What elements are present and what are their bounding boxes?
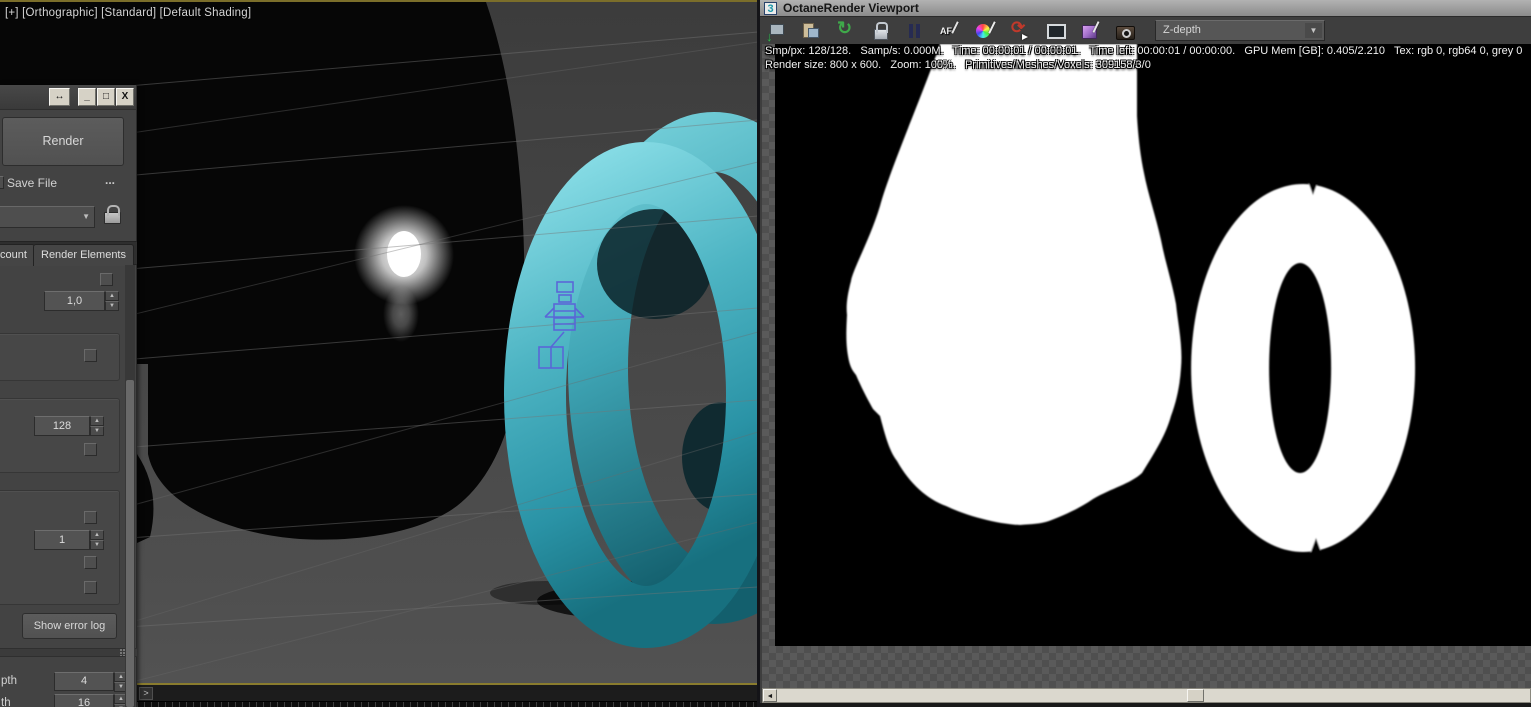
autofocus-picker-icon[interactable] xyxy=(939,20,961,42)
resize-button[interactable]: ↔ xyxy=(49,88,70,106)
spinner-low[interactable]: 1 ▲ ▼ xyxy=(34,530,104,550)
white-balance-picker-icon[interactable] xyxy=(974,20,996,42)
close-button[interactable]: X xyxy=(116,88,134,106)
render-button[interactable]: Render xyxy=(2,117,124,166)
minimize-button[interactable]: _ xyxy=(78,88,96,106)
depth-spinner-1[interactable]: 4 ▲ ▼ xyxy=(54,672,128,692)
depth-label-2: th xyxy=(1,697,11,707)
panel-scrollbar-thumb[interactable] xyxy=(126,380,134,707)
light-core[interactable] xyxy=(387,231,421,277)
scrollbar-left-arrow[interactable]: ◄ xyxy=(763,689,777,702)
track-bar[interactable] xyxy=(137,701,758,707)
render-pass-dropdown[interactable]: Z-depth ▼ xyxy=(1155,20,1325,41)
maxscript-mini-listener[interactable]: > xyxy=(139,687,153,700)
horizontal-scrollbar[interactable]: ◄ xyxy=(762,688,1531,703)
timeline-strip: > xyxy=(137,683,758,707)
light-glow-secondary xyxy=(383,286,419,342)
render-passes-picker-icon[interactable] xyxy=(1079,20,1101,42)
preset-dropdown[interactable]: ▼ xyxy=(0,206,95,228)
application-window: [+] [Orthographic] [Standard] [Default S… xyxy=(0,0,1531,707)
render-status-line1: Smp/px: 128/128. Samp/s: 0.000M. Time: 0… xyxy=(765,45,1523,57)
window-bottom-edge xyxy=(760,703,1531,707)
pause-icon[interactable] xyxy=(904,20,926,42)
viewport-label[interactable]: [+] [Orthographic] [Standard] [Default S… xyxy=(5,7,251,19)
save-render-icon[interactable] xyxy=(764,20,786,44)
render-pass-value: Z-depth xyxy=(1163,24,1201,36)
checkbox[interactable] xyxy=(84,443,97,456)
spinner-mid[interactable]: 128 ▲ ▼ xyxy=(34,416,104,436)
depth-label-1: pth xyxy=(1,675,17,687)
rollout-divider xyxy=(0,648,137,657)
checkbox[interactable] xyxy=(100,273,113,286)
octane-render-viewport-window: 3 OctaneRender Viewport Z-depth ▼ xyxy=(760,0,1531,707)
render-status-line2: Render size: 800 x 600. Zoom: 100%. Prim… xyxy=(765,59,1151,71)
show-error-log-button[interactable]: Show error log xyxy=(22,613,117,639)
viewport-sync-icon[interactable] xyxy=(1044,20,1066,42)
checkbox[interactable] xyxy=(84,581,97,594)
lock-icon[interactable] xyxy=(103,204,121,224)
camera-icon[interactable] xyxy=(1114,20,1136,42)
copy-clipboard-icon[interactable] xyxy=(799,20,821,42)
panel-scrollbar[interactable] xyxy=(125,265,135,707)
scrollbar-thumb[interactable] xyxy=(1187,689,1204,702)
lock-icon[interactable] xyxy=(869,20,891,42)
octane-window-title: OctaneRender Viewport xyxy=(783,1,919,15)
checkbox[interactable] xyxy=(84,349,97,362)
spinner-top[interactable]: 1,0 ▲ ▼ xyxy=(44,291,119,311)
save-file-checkbox[interactable] xyxy=(0,176,4,189)
tab-count[interactable]: count xyxy=(0,244,35,266)
octane-titlebar[interactable]: 3 OctaneRender Viewport xyxy=(760,0,1531,17)
reload-scene-icon[interactable] xyxy=(1009,18,1031,42)
chevron-down-icon: ▼ xyxy=(1305,23,1322,38)
render-setup-tab-bar: count Render Elements xyxy=(0,241,137,266)
render-image[interactable] xyxy=(775,44,1531,646)
zdepth-render-canvas xyxy=(775,44,1531,646)
browse-files-button[interactable]: ... xyxy=(105,173,115,187)
save-file-label: Save File xyxy=(7,176,58,190)
render-transparency-checker xyxy=(762,44,1531,688)
depth-spinner-2[interactable]: 16 ▲▼ xyxy=(54,694,128,707)
chevron-down-icon: ▼ xyxy=(82,212,90,221)
3dsmax-app-icon: 3 xyxy=(764,2,777,15)
octane-toolbar xyxy=(760,17,1531,44)
maximize-button[interactable]: □ xyxy=(97,88,115,106)
tab-render-elements[interactable]: Render Elements xyxy=(33,244,134,266)
checkbox[interactable] xyxy=(84,556,97,569)
group-box xyxy=(0,333,120,381)
checkbox[interactable] xyxy=(84,511,97,524)
render-setup-window: ↔ _ □ X Render Save File ... ▼ count Ren… xyxy=(0,85,137,707)
restart-render-icon[interactable] xyxy=(834,18,856,42)
